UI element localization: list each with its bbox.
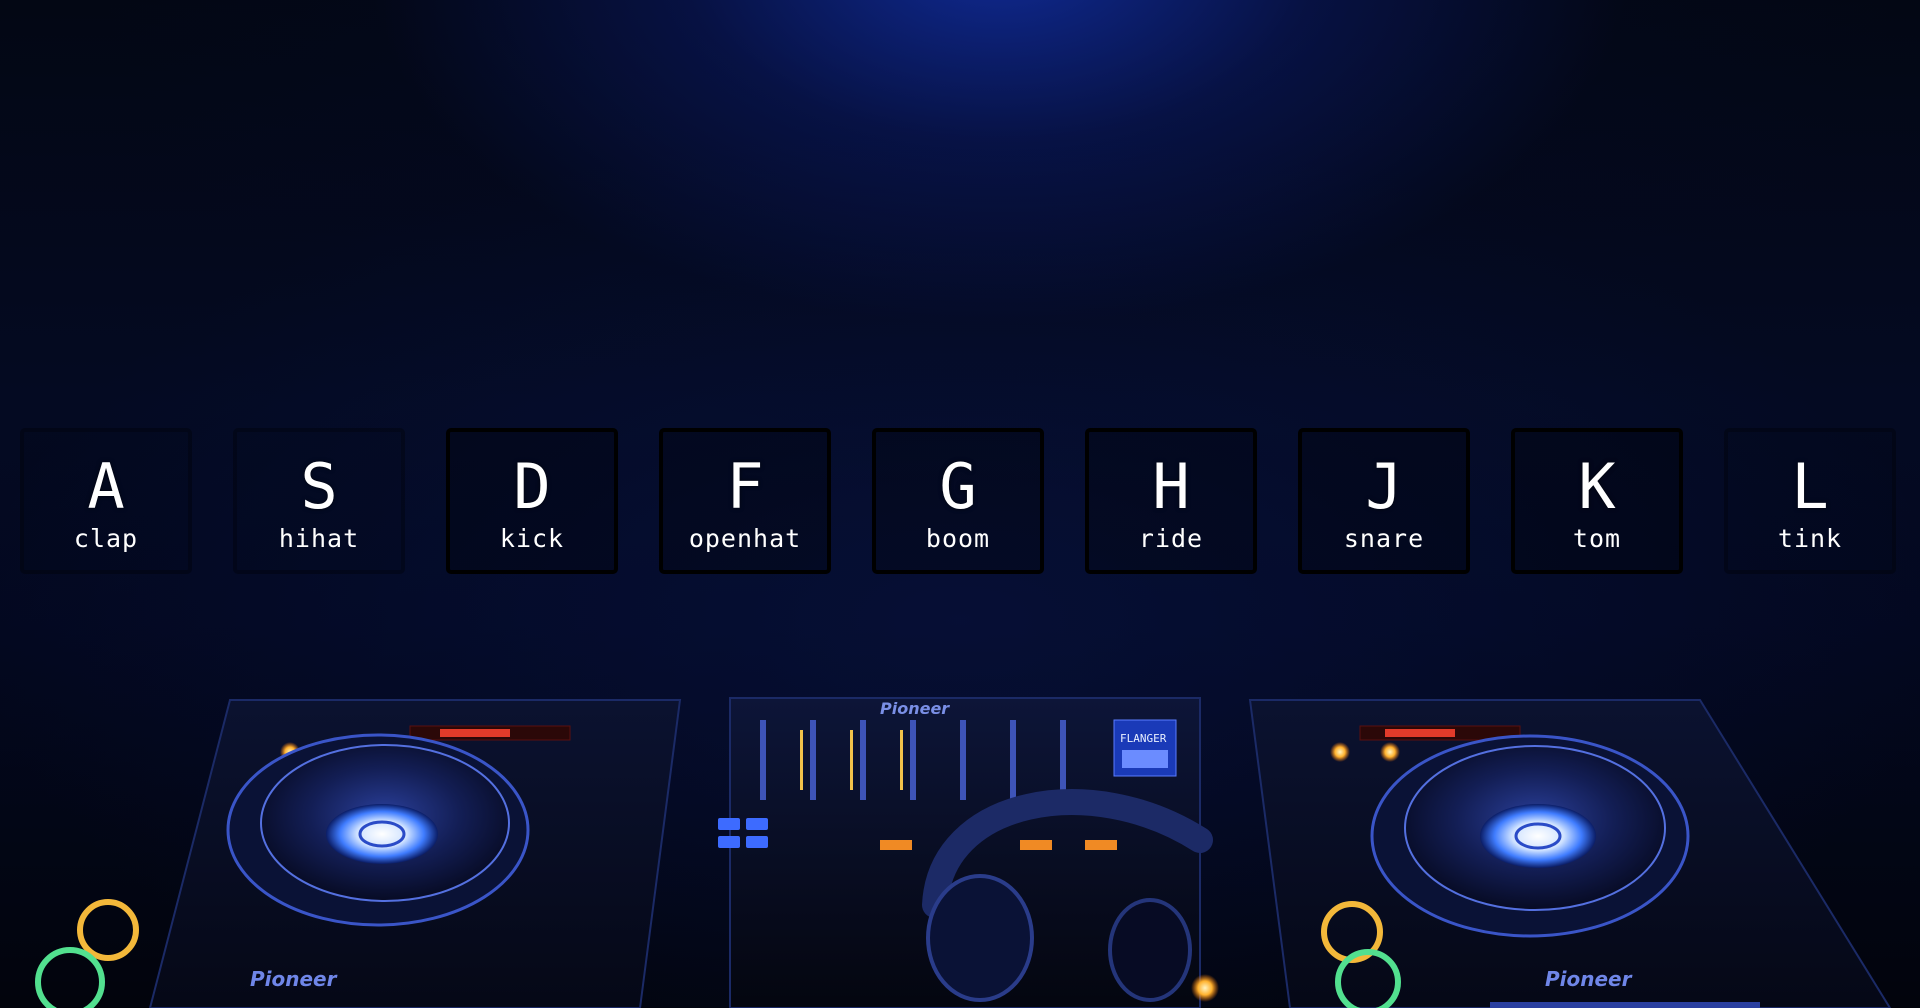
svg-text:Pioneer: Pioneer — [880, 699, 950, 718]
key-letter: A — [87, 450, 125, 523]
key-letter: G — [939, 450, 977, 523]
key-sound-label: clap — [73, 524, 139, 553]
key-sound-label: tom — [1572, 524, 1622, 553]
key-sound-label: snare — [1343, 524, 1425, 553]
key-letter: S — [300, 450, 338, 523]
key-letter: L — [1791, 450, 1829, 523]
drum-kit-page: A clap S hihat D kick F openhat G boom H… — [0, 0, 1920, 1008]
key-boom[interactable]: G boom — [872, 428, 1044, 574]
key-letter: D — [513, 450, 551, 523]
key-tom[interactable]: K tom — [1511, 428, 1683, 574]
right-cdj-deck: Pioneer — [1248, 699, 1892, 1008]
key-letter: F — [726, 450, 764, 523]
svg-text:FLANGER: FLANGER — [1120, 732, 1167, 745]
key-ride[interactable]: H ride — [1085, 428, 1257, 574]
key-sound-label: kick — [499, 524, 565, 553]
key-letter: H — [1152, 450, 1190, 523]
key-openhat[interactable]: F openhat — [659, 428, 831, 574]
key-sound-label: ride — [1138, 524, 1204, 553]
drum-keys: A clap S hihat D kick F openhat G boom H… — [0, 428, 1920, 580]
key-kick[interactable]: D kick — [446, 428, 618, 574]
svg-text:Pioneer: Pioneer — [250, 967, 338, 991]
key-letter: K — [1578, 450, 1616, 523]
key-letter: J — [1365, 450, 1403, 523]
key-snare[interactable]: J snare — [1298, 428, 1470, 574]
key-clap[interactable]: A clap — [20, 428, 192, 574]
left-cdj-deck: Pioneer — [35, 699, 682, 1008]
key-sound-label: boom — [925, 524, 991, 553]
svg-text:Pioneer: Pioneer — [1545, 967, 1633, 991]
dj-mixer: Pioneer FLANGER — [718, 697, 1219, 1008]
key-sound-label: openhat — [688, 524, 802, 553]
key-sound-label: hihat — [278, 524, 360, 553]
key-sound-label: tink — [1777, 524, 1843, 553]
key-tink[interactable]: L tink — [1724, 428, 1896, 574]
key-hihat[interactable]: S hihat — [233, 428, 405, 574]
dj-setup-illustration: Pioneer Pioneer FLANGER Pioneer — [35, 697, 1892, 1008]
